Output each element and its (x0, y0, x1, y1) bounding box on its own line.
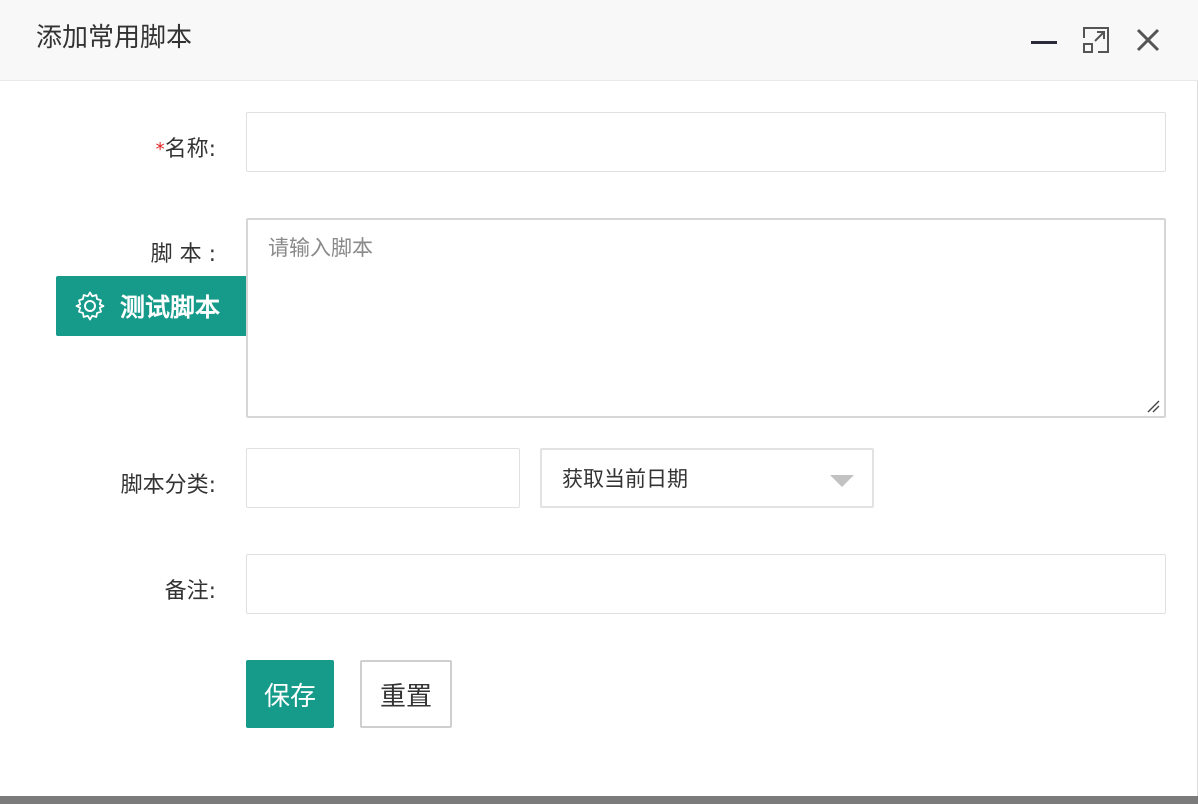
test-script-button[interactable]: 测试脚本 (56, 276, 246, 336)
category-input[interactable] (246, 448, 520, 508)
bottom-edge (0, 796, 1198, 804)
required-mark: * (155, 139, 165, 160)
remark-label: 备注: (164, 579, 216, 604)
save-button[interactable]: 保存 (246, 660, 334, 728)
remark-input[interactable] (246, 554, 1166, 614)
name-label-text: 名称: (164, 137, 216, 162)
name-input[interactable] (246, 112, 1166, 172)
close-icon (1136, 28, 1160, 52)
script-textarea[interactable] (246, 218, 1166, 418)
test-script-label: 测试脚本 (120, 293, 221, 322)
script-label: 脚 本 : (150, 242, 216, 267)
maximize-icon (1083, 27, 1109, 53)
dialog-titlebar: 添加常用脚本 (0, 0, 1198, 81)
select-value: 获取当前日期 (562, 467, 688, 491)
name-label: *名称: (100, 135, 216, 165)
minimize-icon (1031, 41, 1057, 44)
gear-icon (75, 291, 105, 321)
reset-button[interactable]: 重置 (360, 660, 452, 728)
script-template-select[interactable]: 获取当前日期 (540, 448, 874, 508)
add-script-dialog: 添加常用脚本 *名称: 脚 本 : 测试脚本 请输入脚本 脚本分类: 获取当前日… (0, 0, 1198, 796)
maximize-button[interactable] (1078, 22, 1114, 58)
category-label: 脚本分类: (120, 473, 216, 498)
close-button[interactable] (1130, 22, 1166, 58)
minimize-button[interactable] (1026, 22, 1062, 58)
dialog-title: 添加常用脚本 (36, 23, 193, 53)
chevron-down-icon (830, 475, 854, 487)
resize-grip-icon[interactable] (1146, 399, 1160, 413)
